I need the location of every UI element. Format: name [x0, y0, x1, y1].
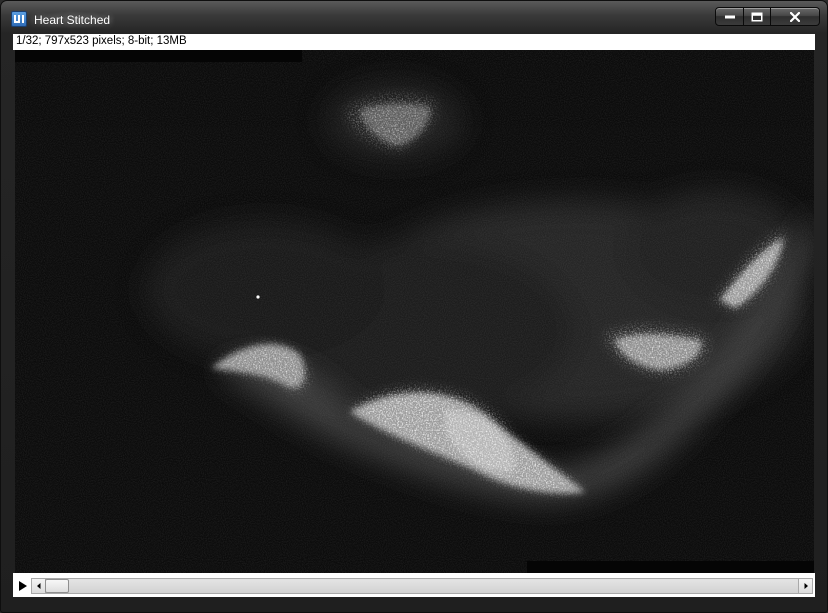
- imagej-icon: [11, 11, 27, 27]
- slice-scrollbar[interactable]: [31, 578, 813, 594]
- maximize-button[interactable]: [744, 7, 771, 26]
- arrow-right-icon: [804, 583, 808, 589]
- scroll-right-button[interactable]: [798, 579, 812, 593]
- minimize-icon: [724, 15, 735, 18]
- close-button[interactable]: [771, 7, 820, 26]
- play-icon: [19, 581, 27, 591]
- title-bar[interactable]: Heart Stitched: [1, 1, 827, 33]
- image-info-bar: 1/32; 797x523 pixels; 8-bit; 13MB: [13, 34, 815, 50]
- minimize-button[interactable]: [715, 7, 744, 26]
- arrow-left-icon: [37, 583, 41, 589]
- image-canvas[interactable]: [15, 50, 814, 573]
- scrollbar-thumb[interactable]: [45, 579, 69, 593]
- image-window: Heart Stitched 1/32; 797x523 pixels; 8-b…: [0, 0, 828, 613]
- heart-tissue-image: [15, 50, 814, 573]
- image-info-text: 1/32; 797x523 pixels; 8-bit; 13MB: [16, 35, 187, 47]
- scroll-left-button[interactable]: [32, 579, 46, 593]
- window-title: Heart Stitched: [32, 11, 117, 29]
- window-controls: [715, 7, 820, 27]
- play-animation-button[interactable]: [17, 579, 29, 591]
- close-icon: [790, 11, 800, 22]
- maximize-icon: [751, 12, 763, 21]
